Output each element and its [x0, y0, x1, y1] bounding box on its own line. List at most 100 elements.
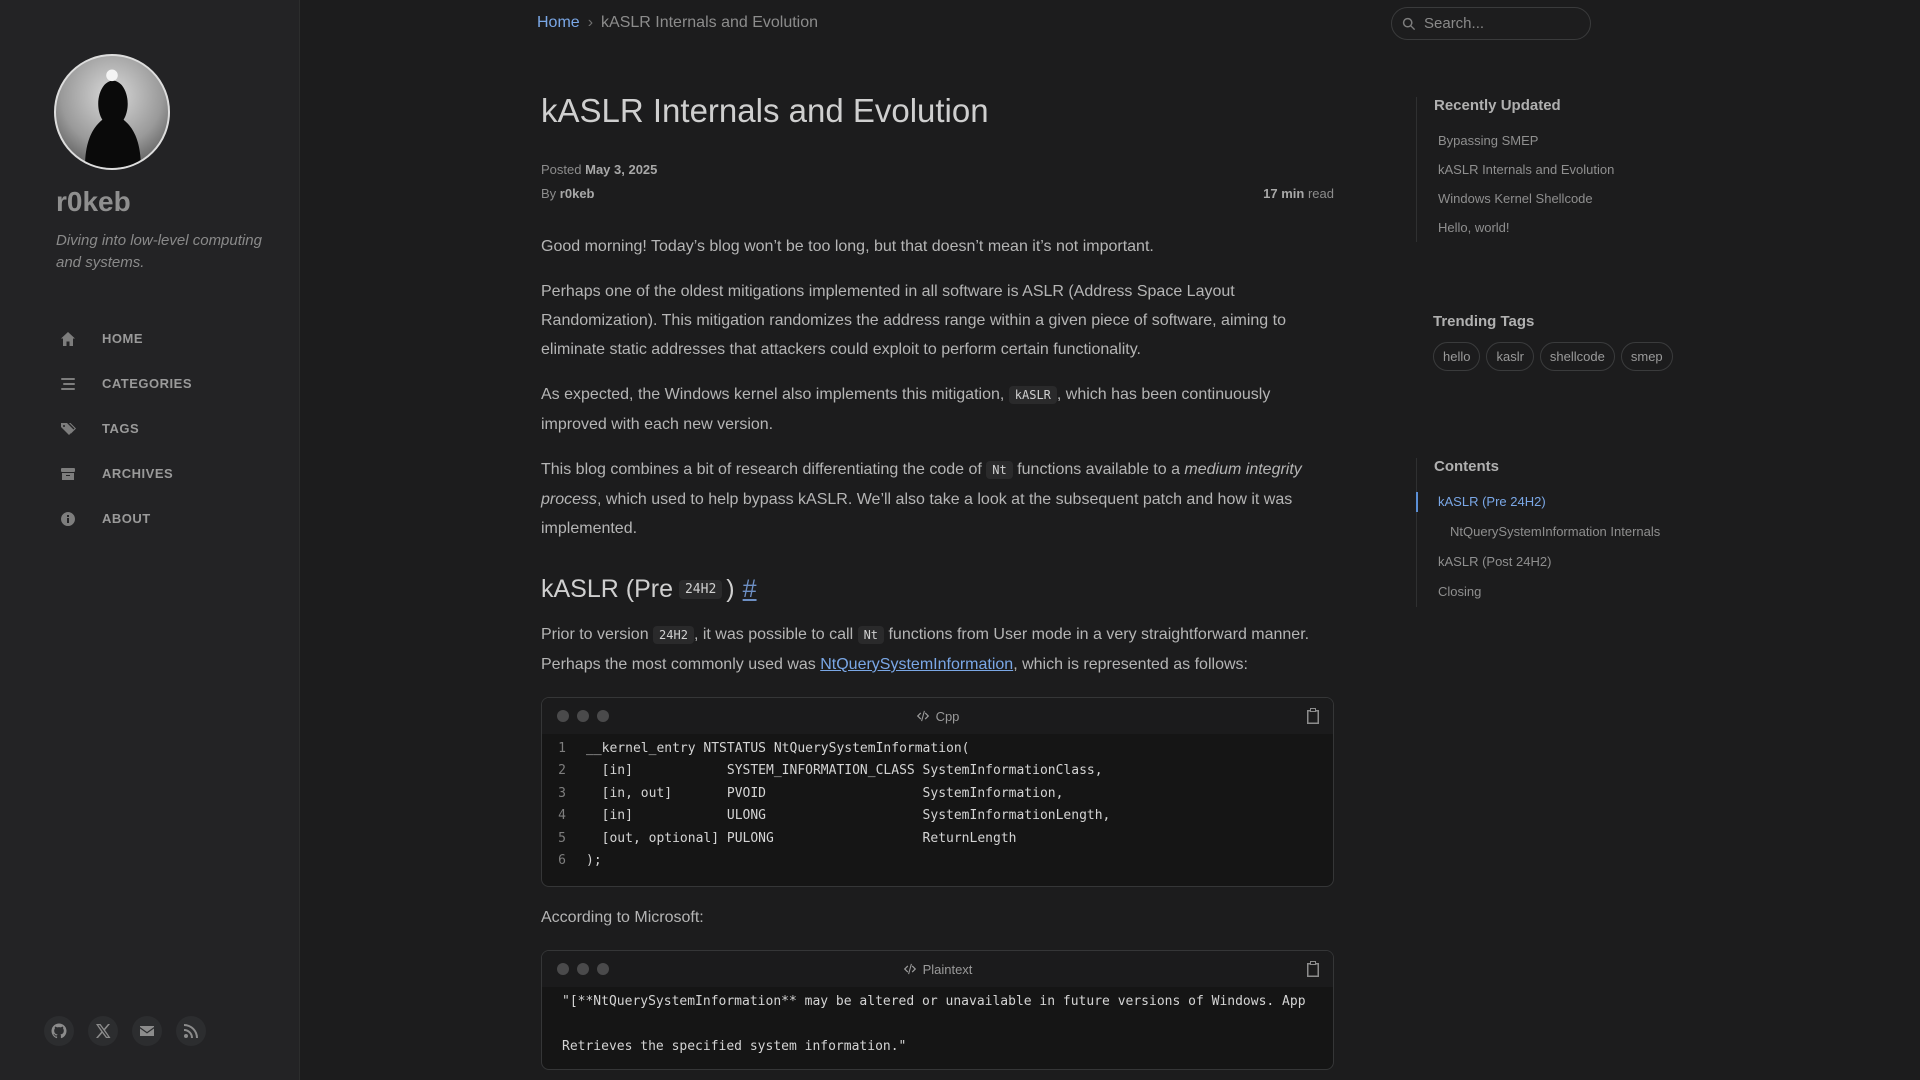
search-input[interactable] [1424, 15, 1574, 32]
copy-icon[interactable] [1305, 960, 1321, 978]
tag-chip[interactable]: kaslr [1486, 342, 1534, 371]
read-label: read [1307, 186, 1334, 201]
code-line: 3 [in, out] PVOID SystemInformation, [542, 783, 1333, 805]
heading-anchor-link[interactable]: # [743, 575, 757, 604]
inline-code: Nt [857, 626, 885, 644]
search-box[interactable] [1391, 7, 1591, 40]
nav-label: CATEGORIES [102, 376, 192, 391]
line-number: 6 [558, 852, 566, 868]
paragraph-intro: Good morning! Today’s blog won’t be too … [541, 238, 1154, 255]
code-text: [in] SYSTEM_INFORMATION_CLASS SystemInfo… [586, 763, 1103, 779]
nav-label: TAGS [102, 421, 140, 436]
code-text-line: "[**NtQuerySystemInformation** may be al… [562, 994, 1306, 1010]
window-dots [557, 710, 609, 722]
nav-label: ARCHIVES [102, 466, 174, 481]
section-heading-pre-24h2: kASLR (Pre 24H2) # [541, 575, 757, 604]
trending-tags-list: hello kaslr shellcode smep [1433, 342, 1676, 371]
post-meta: Posted May 3, 2025 By r0keb 17 min read [541, 158, 1334, 206]
toc-item[interactable]: NtQuerySystemInformation Internals [1434, 517, 1676, 547]
code-text: [in, out] PVOID SystemInformation, [586, 785, 1064, 801]
posted-date: May 3, 2025 [585, 162, 658, 177]
inline-code: Nt [986, 461, 1013, 479]
sidebar-nav: HOME CATEGORIES TAGS ARCHIVES ABOUT [58, 316, 192, 541]
info-circle-icon [58, 509, 78, 529]
code-block-header: Plaintext [542, 951, 1333, 988]
line-number: 1 [558, 741, 566, 756]
recent-post-link[interactable]: Hello, world! [1434, 213, 1676, 242]
code-text-line: Retrieves the specified system informati… [562, 1039, 907, 1055]
nav-item-home[interactable]: HOME [58, 316, 192, 361]
breadcrumb-separator: › [587, 14, 594, 31]
tag-chip[interactable]: hello [1433, 342, 1481, 371]
tag-chip[interactable]: shellcode [1539, 342, 1615, 371]
toc-item[interactable]: Closing [1434, 577, 1676, 607]
recent-post-link[interactable]: kASLR Internals and Evolution [1434, 155, 1676, 184]
line-number: 2 [558, 763, 566, 779]
code-icon [916, 710, 929, 722]
code-text: [out, optional] PULONG ReturnLength [586, 830, 1017, 846]
site-title[interactable]: r0keb [56, 186, 131, 218]
code-block-cpp: Cpp 1 __kernel_entry NTSTATUS NtQuerySyst… [541, 697, 1334, 888]
line-number: 3 [558, 785, 566, 801]
home-icon [58, 329, 78, 349]
author-name[interactable]: r0keb [560, 186, 595, 201]
nav-label: ABOUT [102, 511, 151, 526]
paragraph-kaslr: As expected, the Windows kernel also imp… [541, 386, 1271, 433]
breadcrumb: Home › kASLR Internals and Evolution [537, 14, 818, 32]
tags-icon [58, 419, 78, 439]
copy-icon[interactable] [1305, 707, 1321, 725]
code-text: [in] ULONG SystemInformationLength, [586, 808, 1111, 824]
paragraph-according: According to Microsoft: [541, 909, 704, 927]
read-time: 17 min read [1263, 182, 1334, 206]
code-line: 4 [in] ULONG SystemInformationLength, [542, 805, 1333, 827]
x-twitter-icon[interactable] [88, 1016, 118, 1046]
inline-code: 24H2 [653, 626, 694, 644]
code-block-body: "[**NtQuerySystemInformation** may be al… [542, 987, 1333, 1068]
code-text: ); [586, 852, 602, 868]
nav-item-archives[interactable]: ARCHIVES [58, 451, 192, 496]
site-subtitle: Diving into low-level computing and syst… [56, 232, 262, 271]
stream-icon [58, 374, 78, 394]
toc-item[interactable]: kASLR (Pre 24H2) [1416, 487, 1676, 517]
recent-post-link[interactable]: Bypassing SMEP [1434, 126, 1676, 155]
read-time-value: 17 min [1263, 186, 1305, 201]
paragraph-research: This blog combines a bit of research dif… [541, 461, 1302, 537]
github-icon[interactable] [44, 1016, 74, 1046]
rss-icon[interactable] [176, 1016, 206, 1046]
trending-tags-title: Trending Tags [1433, 313, 1535, 330]
code-language: Cpp [916, 708, 960, 724]
code-icon [903, 964, 916, 975]
toc-panel: Contents kASLR (Pre 24H2) NtQuerySystemIn… [1416, 458, 1676, 607]
code-language-label: Plaintext [922, 961, 973, 977]
post: kASLR Internals and Evolution Posted May… [541, 92, 1334, 1070]
tag-chip[interactable]: smep [1620, 342, 1673, 371]
nav-label: HOME [102, 331, 143, 346]
window-dots [557, 963, 609, 976]
recent-post-link[interactable]: Windows Kernel Shellcode [1434, 184, 1676, 213]
breadcrumb-home-link[interactable]: Home [537, 14, 580, 31]
code-text-line [562, 1014, 1333, 1036]
nav-item-categories[interactable]: CATEGORIES [58, 361, 192, 406]
line-number: 5 [558, 830, 566, 846]
nav-item-about[interactable]: ABOUT [58, 496, 192, 541]
code-line: 2 [in] SYSTEM_INFORMATION_CLASS SystemIn… [542, 760, 1333, 782]
recently-updated-list: Bypassing SMEP kASLR Internals and Evolut… [1434, 126, 1676, 242]
trending-tags-panel: Trending Tags hello kaslr shellcode smep [1416, 313, 1676, 371]
avatar[interactable] [54, 54, 170, 170]
archive-icon [58, 464, 78, 484]
code-line: 1 __kernel_entry NTSTATUS NtQuerySystemIn… [542, 738, 1333, 760]
email-icon[interactable] [132, 1016, 162, 1046]
toc-title: Contents [1434, 458, 1499, 475]
toc-item[interactable]: kASLR (Post 24H2) [1434, 547, 1676, 577]
posted-label: Posted [541, 162, 582, 177]
code-block-header: Cpp [542, 698, 1333, 734]
search-icon [1402, 17, 1416, 30]
social-links [44, 1016, 206, 1046]
ntquerysysteminformation-link[interactable]: NtQuerySystemInformation [820, 656, 1013, 673]
nav-item-tags[interactable]: TAGS [58, 406, 192, 451]
paragraph-aslr: Perhaps one of the oldest mitigations im… [541, 283, 1286, 358]
line-number: 4 [558, 808, 566, 824]
recently-updated-panel: Recently Updated Bypassing SMEP kASLR Int… [1416, 97, 1676, 242]
code-block-plaintext: Plaintext "[**NtQuerySystemInformation**… [541, 950, 1334, 1070]
code-language-label: Cpp [935, 708, 960, 724]
